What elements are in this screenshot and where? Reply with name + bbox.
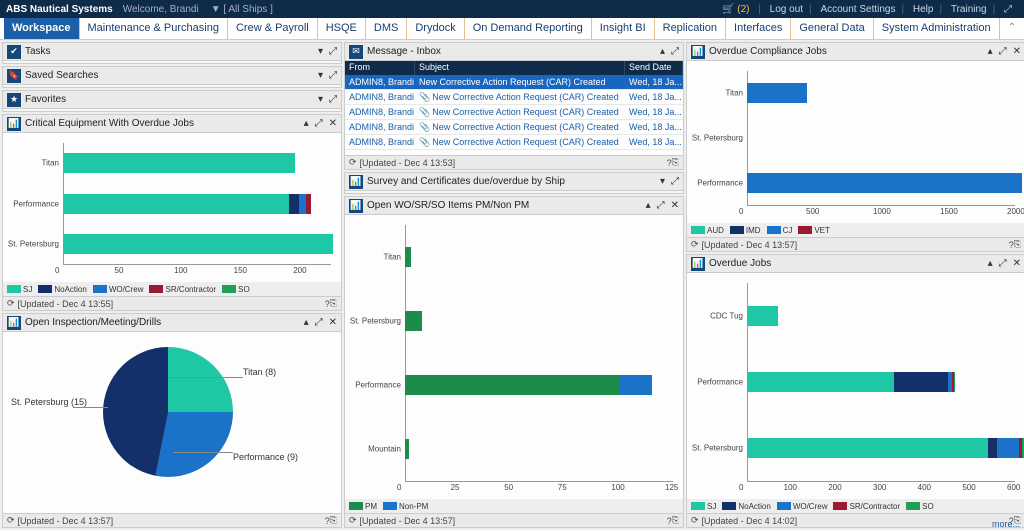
chart-icon: 📊 [7, 316, 21, 330]
widget-survey: 📊Survey and Certificates due/overdue by … [344, 172, 684, 194]
tab-reporting[interactable]: On Demand Reporting [465, 18, 592, 39]
tab-workspace[interactable]: Workspace [4, 18, 80, 39]
tab-maintenance[interactable]: Maintenance & Purchasing [80, 18, 228, 39]
widget-overdue-jobs: 📊Overdue Jobs▴⤢✕ 0100200300400500600CDC … [686, 254, 1024, 528]
inbox-row[interactable]: ADMIN8, Brandi📎New Corrective Action Req… [345, 90, 683, 105]
logout-link[interactable]: Log out [770, 4, 803, 15]
close-icon[interactable]: ✕ [329, 118, 337, 129]
chart-icon: 📊 [349, 199, 363, 213]
help-link[interactable]: Help [913, 4, 934, 15]
maximize-icon[interactable]: ⤢ [329, 46, 337, 57]
tab-drydock[interactable]: Drydock [407, 18, 464, 39]
tab-crew[interactable]: Crew & Payroll [228, 18, 318, 39]
tab-replication[interactable]: Replication [655, 18, 726, 39]
more-link[interactable]: more... [992, 519, 1020, 529]
widget-open-wo: 📊Open WO/SR/SO Items PM/Non PM▴⤢✕ 025507… [344, 196, 684, 528]
chart-icon: 📊 [349, 175, 363, 189]
tabs-overflow-icon[interactable]: ⌃ [1000, 18, 1024, 39]
inbox-row[interactable]: ADMIN8, BrandiNew Corrective Action Requ… [345, 75, 683, 90]
widget-open-inspection: 📊Open Inspection/Meeting/Drills▴⤢✕ Titan… [2, 313, 342, 528]
chart-icon: 📊 [691, 45, 705, 59]
welcome-label: Welcome, Brandi [123, 4, 199, 15]
widget-favorites: ★Favorites▾⤢ [2, 90, 342, 112]
main-tabs: Workspace Maintenance & Purchasing Crew … [0, 18, 1024, 40]
tab-dms[interactable]: DMS [366, 18, 407, 39]
fullscreen-icon[interactable]: ⤢ [1004, 4, 1012, 15]
top-bar: ABS Nautical Systems Welcome, Brandi ▼ [… [0, 0, 1024, 18]
tab-hsqe[interactable]: HSQE [318, 18, 366, 39]
tab-sysadmin[interactable]: System Administration [874, 18, 1000, 39]
refresh-icon[interactable]: ⟳ [7, 298, 15, 309]
inbox-row[interactable]: ADMIN8, Brandi📎New Corrective Action Req… [345, 105, 683, 120]
cart-link[interactable]: 🛒 (2) [722, 4, 749, 15]
widget-critical-equipment: 📊Critical Equipment With Overdue Jobs▴⤢✕… [2, 114, 342, 311]
mail-icon: ✉ [349, 45, 363, 59]
widget-compliance: 📊Overdue Compliance Jobs▴⤢✕ 050010001500… [686, 42, 1024, 252]
widget-tasks: ✔Tasks▾⤢ [2, 42, 342, 64]
expand-icon[interactable]: ▾ [318, 46, 323, 57]
training-link[interactable]: Training [951, 4, 987, 15]
tab-interfaces[interactable]: Interfaces [726, 18, 791, 39]
bookmark-icon: 🔖 [7, 69, 21, 83]
inbox-row[interactable]: ADMIN8, Brandi📎New Corrective Action Req… [345, 120, 683, 135]
tasks-icon: ✔ [7, 45, 21, 59]
brand-label: ABS Nautical Systems [6, 4, 113, 15]
star-icon: ★ [7, 93, 21, 107]
account-settings-link[interactable]: Account Settings [820, 4, 895, 15]
chart-icon: 📊 [691, 257, 705, 271]
chart-icon: 📊 [7, 117, 21, 131]
widget-saved-searches: 🔖Saved Searches▾⤢ [2, 66, 342, 88]
ship-filter[interactable]: ▼ [ All Ships ] [211, 4, 273, 15]
tab-generaldata[interactable]: General Data [791, 18, 873, 39]
link-icon[interactable]: ⎘ [330, 298, 337, 309]
widget-inbox: ✉Message - Inbox▴⤢ From Subject Send Dat… [344, 42, 684, 170]
tab-insight[interactable]: Insight BI [592, 18, 655, 39]
inbox-row[interactable]: ADMIN8, Brandi📎New Corrective Action Req… [345, 135, 683, 150]
